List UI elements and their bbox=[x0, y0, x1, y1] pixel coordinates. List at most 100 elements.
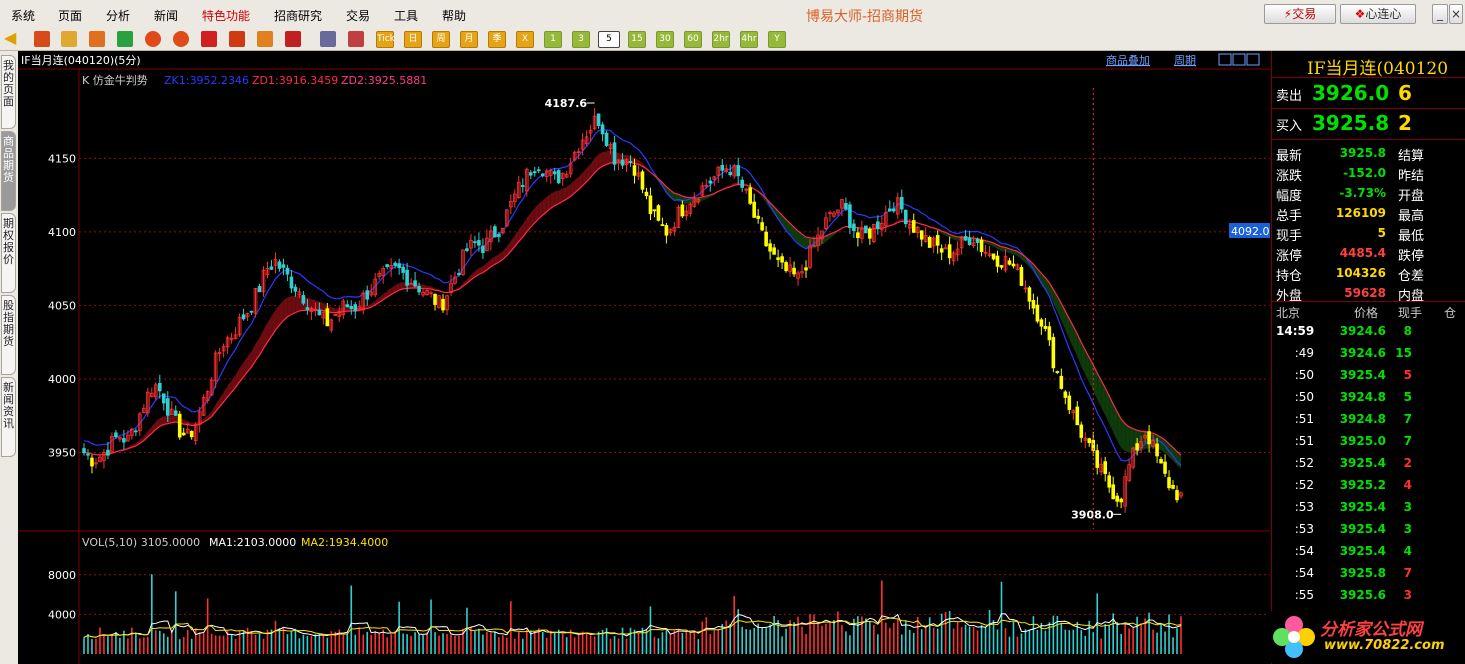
period-3min[interactable]: 3 bbox=[572, 31, 590, 48]
candle-body bbox=[413, 280, 417, 287]
close-icon[interactable]: × bbox=[1449, 4, 1463, 24]
filter-icon[interactable] bbox=[285, 31, 301, 47]
draw-tool-icon[interactable] bbox=[257, 31, 273, 47]
menu-system[interactable]: 系统 bbox=[11, 7, 35, 24]
refresh-icon[interactable] bbox=[117, 31, 133, 47]
candle-body bbox=[90, 457, 94, 467]
divider bbox=[1272, 301, 1465, 302]
tab-my-pages[interactable]: 我的页面 bbox=[1, 55, 16, 129]
menu-featured[interactable]: 特色功能 bbox=[202, 7, 250, 24]
stat-value: 3925.8 bbox=[1339, 146, 1386, 160]
candle-body bbox=[393, 262, 397, 266]
trade-button[interactable]: ⚡交易 bbox=[1264, 4, 1336, 24]
candle-body bbox=[349, 306, 354, 309]
period-2hr[interactable]: 2hr bbox=[712, 31, 730, 48]
heart-button[interactable]: ❖心连心 bbox=[1340, 4, 1416, 24]
candle-body bbox=[967, 237, 972, 246]
menu-tools[interactable]: 工具 bbox=[394, 7, 418, 24]
kline-chart[interactable]: IF当月连(040120)(5分) 商品叠加 周期 K 仿金牛判势 ZK1:39… bbox=[18, 51, 1270, 664]
period-4hr[interactable]: 4hr bbox=[740, 31, 758, 48]
period-60min[interactable]: 60 bbox=[684, 31, 702, 48]
high-marker: 4187.6 bbox=[545, 97, 588, 110]
candle-body bbox=[497, 234, 501, 237]
period-1min[interactable]: 1 bbox=[544, 31, 562, 48]
back-arrow-icon[interactable]: ◀ bbox=[4, 30, 20, 47]
stat-label-right: 开盘 bbox=[1398, 189, 1425, 204]
candle-body bbox=[397, 263, 401, 269]
candle-body bbox=[852, 223, 856, 232]
period-link[interactable]: 周期 bbox=[1174, 54, 1196, 67]
ribbon-segment bbox=[606, 150, 611, 165]
toolbar: ◀ Tick 日 周 月 季 X 1 3 5 15 30 60 2hr 4hr … bbox=[0, 28, 1465, 51]
period-x[interactable]: X bbox=[516, 31, 534, 48]
period-quarter[interactable]: 季 bbox=[488, 31, 506, 48]
tab-commodity-futures[interactable]: 商品期货 bbox=[1, 131, 16, 211]
candle-body bbox=[1031, 300, 1036, 309]
period-month[interactable]: 月 bbox=[460, 31, 478, 48]
sell-label: 卖出 bbox=[1276, 89, 1303, 104]
candle-body bbox=[1167, 477, 1171, 489]
zoom-out-icon[interactable] bbox=[173, 31, 189, 47]
period-week[interactable]: 周 bbox=[432, 31, 450, 48]
tick-time: :50 bbox=[1294, 368, 1314, 382]
books-icon[interactable] bbox=[61, 31, 77, 47]
tick-volume: 3 bbox=[1403, 522, 1412, 536]
candle-body bbox=[868, 228, 872, 239]
ribbon-segment bbox=[163, 416, 168, 425]
candle-body bbox=[887, 208, 892, 212]
minimize-icon[interactable]: _ bbox=[1432, 4, 1448, 24]
table-icon[interactable] bbox=[320, 31, 336, 47]
candle-body bbox=[305, 307, 310, 310]
candle-body bbox=[1163, 461, 1167, 474]
period-year[interactable]: Y bbox=[768, 31, 786, 48]
window-icon[interactable] bbox=[201, 31, 217, 47]
menu-trade[interactable]: 交易 bbox=[346, 7, 370, 24]
period-tick[interactable]: Tick bbox=[376, 31, 395, 48]
quote-icon[interactable] bbox=[89, 31, 105, 47]
candle-body bbox=[181, 432, 186, 436]
tick-price: 3924.8 bbox=[1339, 412, 1386, 426]
period-30min[interactable]: 30 bbox=[656, 31, 674, 48]
menu-analysis[interactable]: 分析 bbox=[106, 7, 130, 24]
period-day[interactable]: 日 bbox=[404, 31, 422, 48]
home-icon[interactable] bbox=[34, 31, 50, 47]
line-chart-icon[interactable] bbox=[348, 31, 364, 47]
candle-body bbox=[708, 180, 713, 184]
sell-row: 卖出 3926.0 6 bbox=[1272, 81, 1465, 107]
stat-row: 现手 5 最低 bbox=[1272, 223, 1465, 244]
ribbon-segment bbox=[287, 296, 292, 317]
menu-news[interactable]: 新闻 bbox=[154, 7, 178, 24]
zoom-in-icon[interactable] bbox=[145, 31, 161, 47]
draw-pen-icon[interactable] bbox=[229, 31, 245, 47]
candle-body bbox=[792, 267, 796, 275]
tab-options-quotes[interactable]: 期权报价 bbox=[1, 213, 16, 293]
tab-index-futures[interactable]: 股指期货 bbox=[1, 295, 16, 375]
overlay-link[interactable]: 商品叠加 bbox=[1106, 53, 1150, 67]
period-15min[interactable]: 15 bbox=[628, 31, 646, 48]
candle-body bbox=[257, 286, 262, 293]
menu-research[interactable]: 招商研究 bbox=[274, 7, 322, 24]
stat-label: 幅度 bbox=[1276, 189, 1303, 204]
tick-time: :51 bbox=[1294, 434, 1314, 448]
candle-body bbox=[520, 185, 525, 188]
candle-body bbox=[417, 285, 421, 293]
candle-body bbox=[947, 244, 952, 259]
candle-body bbox=[1119, 498, 1123, 503]
stat-label-right: 仓差 bbox=[1398, 269, 1425, 284]
candle-body bbox=[612, 142, 617, 165]
candle-body bbox=[768, 243, 772, 252]
tick-row: :51 3925.0 7 bbox=[1272, 434, 1465, 456]
ribbon-segment bbox=[291, 295, 296, 315]
tab-news[interactable]: 新闻资讯 bbox=[1, 377, 16, 457]
menu-page[interactable]: 页面 bbox=[58, 7, 82, 24]
menu-help[interactable]: 帮助 bbox=[442, 7, 466, 24]
ribbon-segment bbox=[810, 237, 815, 249]
period-5min[interactable]: 5 bbox=[598, 31, 620, 48]
stat-label-right: 结算 bbox=[1398, 149, 1425, 164]
candle-body bbox=[1039, 319, 1044, 327]
tick-row: :50 3925.4 5 bbox=[1272, 368, 1465, 390]
candle-body bbox=[1035, 304, 1040, 322]
y-tick-label: 3950 bbox=[48, 447, 76, 460]
candle-body bbox=[1111, 484, 1115, 500]
tick-row: :53 3925.4 3 bbox=[1272, 500, 1465, 522]
